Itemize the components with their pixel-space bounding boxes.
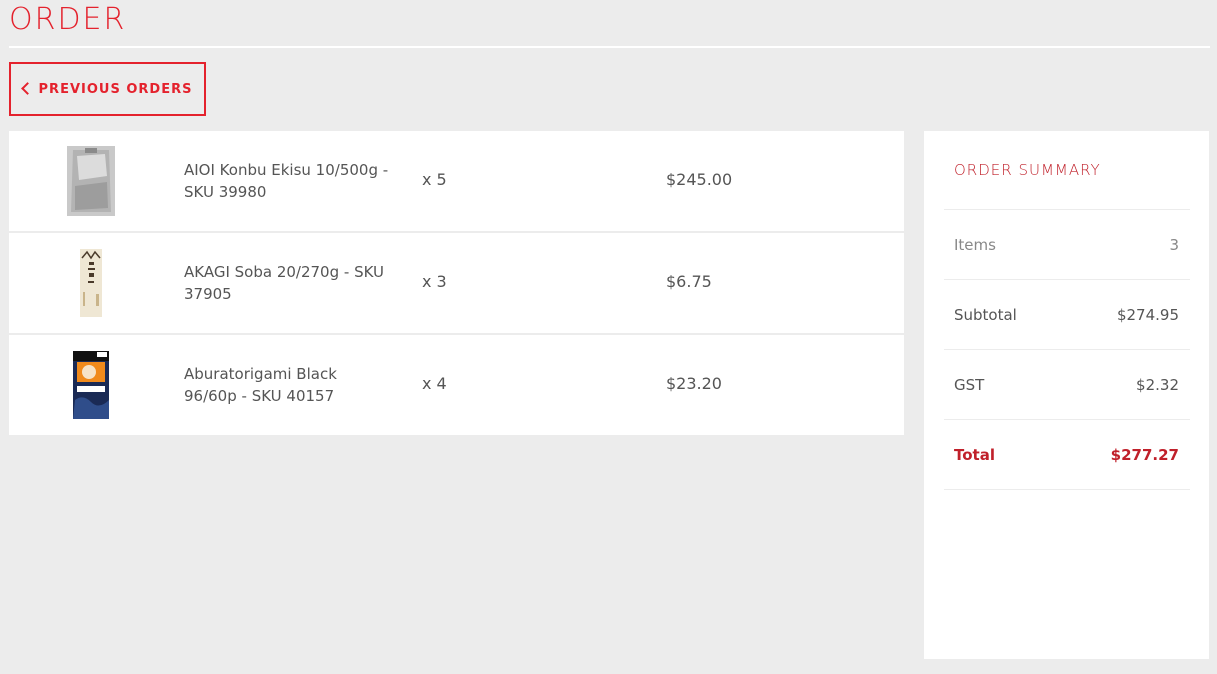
item-name[interactable]: AIOI Konbu Ekisu 10/500g - SKU 39980 bbox=[184, 159, 394, 203]
summary-divider bbox=[944, 279, 1190, 280]
summary-row-total: Total $277.27 bbox=[954, 446, 1179, 464]
chevron-left-icon bbox=[20, 82, 34, 95]
previous-orders-label: PREVIOUS ORDERS bbox=[38, 81, 193, 97]
item-name[interactable]: Aburatorigami Black 96/60p - SKU 40157 bbox=[184, 363, 394, 407]
item-price: $23.20 bbox=[666, 374, 722, 393]
summary-divider bbox=[944, 489, 1190, 490]
summary-row-gst: GST $2.32 bbox=[954, 376, 1179, 394]
item-price: $245.00 bbox=[666, 170, 733, 189]
summary-label: Subtotal bbox=[954, 306, 1017, 324]
previous-orders-button[interactable]: PREVIOUS ORDERS bbox=[9, 62, 206, 116]
order-items-list: AIOI Konbu Ekisu 10/500g - SKU 39980 x 5… bbox=[9, 131, 904, 435]
item-name[interactable]: AKAGI Soba 20/270g - SKU 37905 bbox=[184, 261, 394, 305]
item-quantity: x 4 bbox=[422, 374, 447, 393]
order-summary-panel: ORDER SUMMARY Items 3 Subtotal $274.95 G… bbox=[924, 131, 1209, 659]
summary-value: $277.27 bbox=[1110, 446, 1179, 464]
product-image-aburatorigami bbox=[67, 350, 115, 420]
page-title: ORDER bbox=[9, 2, 127, 37]
summary-label: Total bbox=[954, 446, 995, 464]
order-summary-title: ORDER SUMMARY bbox=[954, 161, 1101, 179]
item-price: $6.75 bbox=[666, 272, 712, 291]
order-item-row: AIOI Konbu Ekisu 10/500g - SKU 39980 x 5… bbox=[9, 131, 904, 233]
product-image-akagi-soba bbox=[67, 248, 115, 318]
summary-value: $274.95 bbox=[1116, 306, 1179, 324]
summary-row-subtotal: Subtotal $274.95 bbox=[954, 306, 1179, 324]
item-quantity: x 5 bbox=[422, 170, 447, 189]
item-quantity: x 3 bbox=[422, 272, 447, 291]
summary-label: Items bbox=[954, 236, 996, 254]
summary-divider bbox=[944, 209, 1190, 210]
product-image-konbu-ekisu bbox=[67, 146, 115, 216]
summary-divider bbox=[944, 349, 1190, 350]
summary-label: GST bbox=[954, 376, 985, 394]
summary-value: 3 bbox=[1169, 236, 1179, 254]
order-item-row: AKAGI Soba 20/270g - SKU 37905 x 3 $6.75 bbox=[9, 233, 904, 335]
summary-value: $2.32 bbox=[1136, 376, 1179, 394]
order-item-row: Aburatorigami Black 96/60p - SKU 40157 x… bbox=[9, 335, 904, 435]
title-divider bbox=[9, 46, 1210, 48]
summary-row-items: Items 3 bbox=[954, 236, 1179, 254]
summary-divider bbox=[944, 419, 1190, 420]
